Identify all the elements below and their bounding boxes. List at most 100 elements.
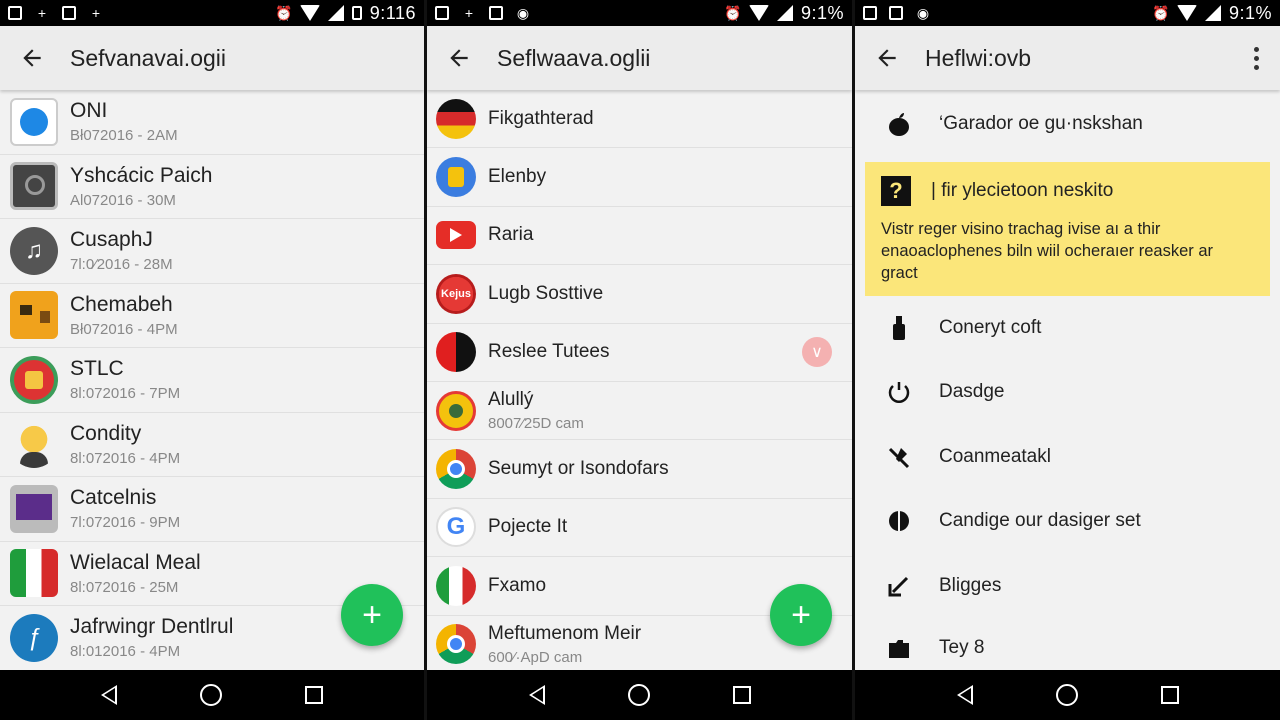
wifi-icon bbox=[1176, 5, 1197, 21]
settings-item[interactable]: Dasdge bbox=[855, 368, 1280, 416]
back-button[interactable] bbox=[855, 26, 919, 90]
item-subtitle: Bł072016 - 4PM bbox=[70, 320, 178, 338]
item-title: CusaphJ bbox=[70, 228, 153, 252]
list-item[interactable]: ONI Bł072016 - 2AM bbox=[0, 90, 424, 155]
alarm-icon: ⏰ bbox=[275, 4, 293, 21]
settings-item[interactable]: Bligges bbox=[855, 562, 1280, 610]
item-subtitle: 8l:012016 - 4PM bbox=[70, 643, 181, 661]
page-title: Heflwi:ovb bbox=[925, 44, 1032, 71]
nav-back-button[interactable] bbox=[101, 685, 118, 705]
back-button[interactable] bbox=[427, 26, 491, 90]
item-title: Lugb Sosttive bbox=[488, 282, 604, 304]
settings-item-label: Candige our dasiger set bbox=[939, 510, 1141, 531]
item-title: Alullý bbox=[488, 389, 534, 411]
list-item[interactable]: Seumyt or Isondofars bbox=[427, 440, 852, 499]
alarm-icon: ⏰ bbox=[1152, 4, 1170, 21]
settings-item[interactable]: Candige our dasiger set bbox=[855, 497, 1280, 545]
settings-item-label: Bligges bbox=[939, 575, 1002, 596]
item-subtitle: 600⁄·ApD cam bbox=[488, 648, 583, 666]
add-fab-button[interactable]: + bbox=[341, 584, 403, 646]
screen-panel-3: ◉ ⏰ 9:1% Heflwi:ovb ‘Garador oe gu·nsksh… bbox=[855, 0, 1280, 720]
power-icon bbox=[885, 380, 913, 404]
settings-item[interactable]: Coanmeatakl bbox=[855, 433, 1280, 481]
wifi-icon bbox=[748, 5, 769, 21]
list-item[interactable]: Elenby bbox=[427, 148, 852, 207]
list-item[interactable]: G Pojecte It bbox=[427, 499, 852, 558]
settings-item-label: Tey 8 bbox=[939, 637, 985, 658]
italy-flag-icon bbox=[436, 565, 476, 606]
chrome-icon bbox=[436, 624, 476, 665]
chevron-down-icon[interactable]: ∨ bbox=[802, 337, 832, 368]
nav-home-button[interactable] bbox=[627, 684, 650, 706]
list-item[interactable]: Reslee Tutees ∨ bbox=[427, 324, 852, 382]
screen-panel-1: + + ⏰ 9:116 Sefvanavai.ogii ONI Bł072016 … bbox=[0, 0, 424, 720]
italy-flag-icon bbox=[10, 549, 58, 598]
header-item[interactable]: ‘Garador oe gu·nskshan bbox=[855, 100, 1280, 148]
item-subtitle: 8007⁄25D cam bbox=[488, 415, 584, 433]
settings-item[interactable]: Coneryt coft bbox=[855, 304, 1280, 352]
app-bar: Heflwi:ovb bbox=[855, 26, 1280, 90]
system-nav-bar bbox=[0, 670, 424, 720]
plus-icon: + bbox=[362, 595, 382, 634]
signal-icon bbox=[1204, 5, 1221, 21]
plus-notification-icon: + bbox=[91, 5, 101, 21]
settings-item-label: Coneryt coft bbox=[939, 317, 1042, 338]
radio-device-icon bbox=[10, 162, 58, 211]
bottle-icon bbox=[885, 316, 913, 340]
nav-back-button[interactable] bbox=[528, 685, 545, 705]
list-item[interactable]: Yshcácic Paich Al072016 - 30M bbox=[0, 155, 424, 219]
nav-recents-button[interactable] bbox=[1160, 686, 1179, 704]
tip-body: Vistr reger visino trachag ivise aı a th… bbox=[881, 220, 1214, 282]
sun-person-icon bbox=[10, 420, 58, 469]
alarm-icon: ⏰ bbox=[724, 4, 742, 21]
image-notification-icon bbox=[62, 6, 76, 20]
status-bar: + ◉ ⏰ 9:1% bbox=[427, 0, 852, 26]
image-notification-icon bbox=[889, 6, 903, 20]
chrome-icon bbox=[436, 449, 476, 490]
nav-back-button[interactable] bbox=[956, 685, 973, 705]
app-list: Fikgathterad Elenby Raria Kejus Lugb Sos… bbox=[427, 90, 852, 674]
more-vert-icon[interactable] bbox=[1232, 46, 1280, 70]
app-bar: Seflwaava.oglii bbox=[427, 26, 852, 90]
item-title: Wielacal Meal bbox=[70, 550, 201, 574]
list-item[interactable]: Alullý 8007⁄25D cam bbox=[427, 382, 852, 441]
back-button[interactable] bbox=[0, 26, 64, 90]
blue-yellow-app-icon bbox=[436, 157, 476, 198]
list-item[interactable]: Catcelnis 7l:072016 - 9PM bbox=[0, 477, 424, 542]
list-item[interactable]: Raria bbox=[427, 207, 852, 266]
status-clock: 9:116 bbox=[369, 2, 416, 23]
nav-home-button[interactable] bbox=[1055, 684, 1078, 706]
item-title: ONI bbox=[70, 99, 108, 123]
item-subtitle: Bł072016 - 2AM bbox=[70, 127, 178, 145]
item-title: Reslee Tutees bbox=[488, 341, 610, 363]
list-item[interactable]: ♫ CusaphJ 7l:0⁄2016 - 28M bbox=[0, 219, 424, 284]
item-title: Catcelnis bbox=[70, 486, 157, 510]
sync-icon: ◉ bbox=[516, 4, 530, 21]
item-subtitle: 8l:072016 - 25M bbox=[70, 578, 179, 596]
item-subtitle: 8l:072016 - 4PM bbox=[70, 449, 181, 467]
settings-item-label: Coanmeatakl bbox=[939, 446, 1051, 467]
nav-recents-button[interactable] bbox=[732, 686, 751, 704]
list-item[interactable]: STLC 8l:072016 - 7PM bbox=[0, 348, 424, 413]
add-fab-button[interactable]: + bbox=[770, 584, 832, 646]
germany-flag-icon bbox=[436, 98, 476, 139]
nav-recents-button[interactable] bbox=[304, 686, 323, 704]
list-item[interactable]: Fikgathterad bbox=[427, 90, 852, 149]
tv-screen-icon bbox=[10, 484, 58, 533]
app-list: ONI Bł072016 - 2AM Yshcácic Paich Al072016… bbox=[0, 90, 424, 671]
item-title: Yshcácic Paich bbox=[70, 163, 213, 187]
list-item[interactable]: Condity 8l:072016 - 4PM bbox=[0, 413, 424, 477]
app-bar: Sefvanavai.ogii bbox=[0, 26, 424, 90]
settings-item[interactable]: Tey 8 bbox=[855, 626, 1280, 670]
arrow-back-icon bbox=[878, 49, 896, 67]
clipboard-icon bbox=[8, 6, 22, 20]
list-item[interactable]: Kejus Lugb Sosttive bbox=[427, 265, 852, 324]
list-item[interactable]: Chemabeh Bł072016 - 4PM bbox=[0, 284, 424, 348]
screen-panel-2: + ◉ ⏰ 9:1% Seflwaava.oglii Fikgathterad … bbox=[427, 0, 852, 720]
item-title: Fikgathterad bbox=[488, 107, 594, 129]
half-circle-icon bbox=[885, 509, 913, 533]
nav-home-button[interactable] bbox=[199, 684, 222, 706]
pixel-game-icon bbox=[10, 291, 58, 340]
page-title: Seflwaava.oglii bbox=[497, 44, 651, 71]
folder-icon bbox=[885, 637, 913, 659]
